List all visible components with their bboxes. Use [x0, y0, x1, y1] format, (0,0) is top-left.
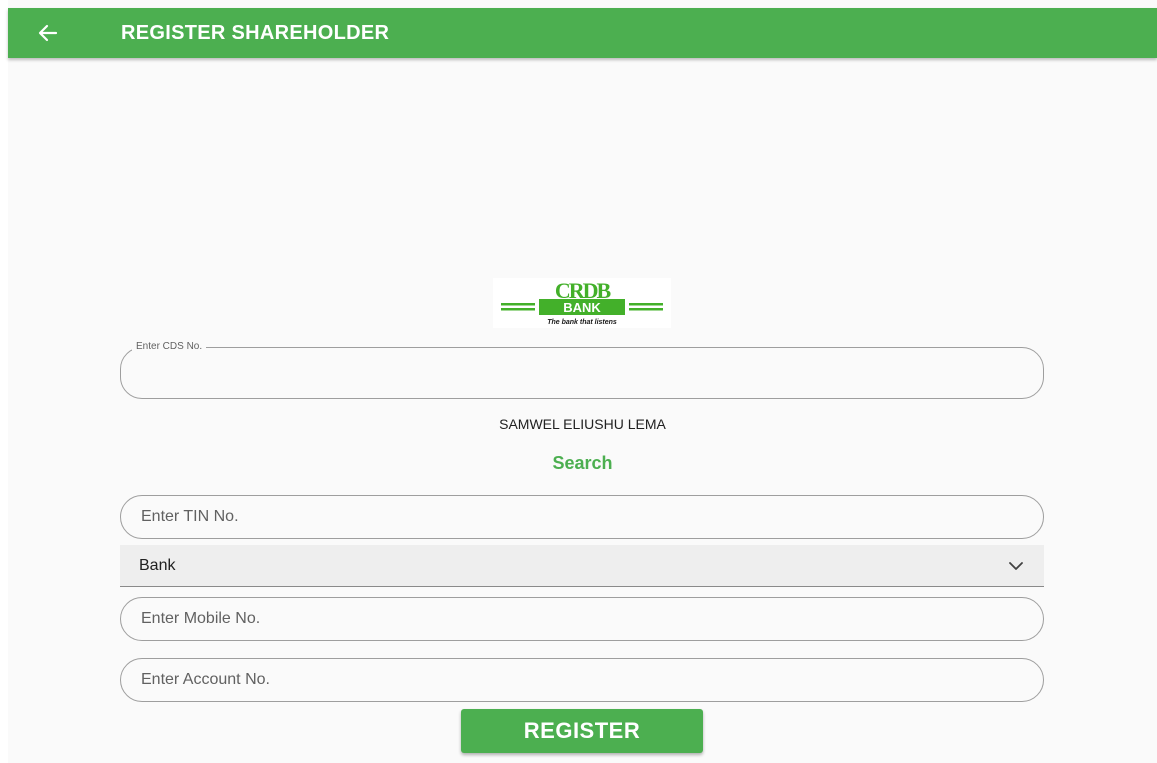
tin-number-input[interactable]: [139, 496, 1025, 538]
logo-graphic: CRDB BANK The bank that listens: [501, 278, 663, 326]
register-shareholder-screen: REGISTER SHAREHOLDER CRDB BANK The bank …: [8, 0, 1157, 763]
page-title: REGISTER SHAREHOLDER: [121, 22, 390, 44]
account-number-input[interactable]: [139, 659, 1025, 701]
account-number-field[interactable]: [120, 658, 1044, 702]
cds-number-field[interactable]: Enter CDS No.: [120, 340, 1044, 399]
back-button[interactable]: [34, 20, 62, 46]
tin-number-field[interactable]: [120, 495, 1044, 539]
search-button-row: Search: [8, 453, 1157, 474]
crdb-bank-logo: CRDB BANK The bank that listens: [493, 278, 671, 328]
app-bar: REGISTER SHAREHOLDER: [8, 8, 1157, 58]
bank-dropdown-value: Bank: [139, 557, 176, 574]
svg-text:The bank that listens: The bank that listens: [547, 319, 617, 326]
bank-dropdown[interactable]: Bank: [120, 545, 1044, 587]
arrow-left-icon: [38, 24, 58, 42]
shareholder-name: SAMWEL ELIUSHU LEMA: [499, 416, 666, 432]
chevron-down-icon: [1009, 562, 1023, 570]
cds-number-input[interactable]: [139, 348, 1025, 398]
search-button[interactable]: Search: [552, 453, 612, 473]
svg-text:BANK: BANK: [563, 300, 601, 315]
register-button[interactable]: REGISTER: [461, 709, 703, 753]
mobile-number-input[interactable]: [139, 598, 1025, 640]
mobile-number-field[interactable]: [120, 597, 1044, 641]
